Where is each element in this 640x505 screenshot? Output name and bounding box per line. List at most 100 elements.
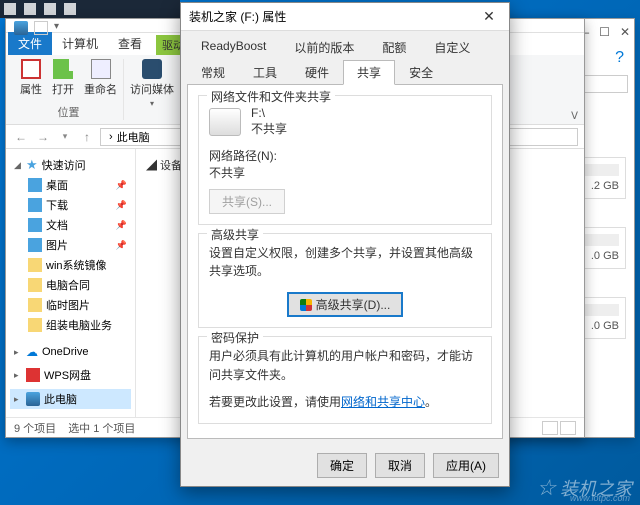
group-network-sharing: 网络文件和文件夹共享 F:\ 不共享 网络路径(N): 不共享 共享(S)...	[198, 95, 492, 225]
dialog-tabs-row2: 常规 工具 硬件 共享 安全	[181, 60, 509, 85]
documents-icon	[28, 218, 42, 232]
dialog-tabs-row1: ReadyBoost 以前的版本 配额 自定义	[181, 31, 509, 60]
ribbon-label: 重命名	[84, 81, 117, 97]
share-status: 不共享	[251, 120, 287, 137]
advanced-sharing-button[interactable]: 高级共享(D)...	[287, 292, 404, 317]
pin-icon: 📌	[116, 240, 127, 251]
tab-security[interactable]: 安全	[395, 60, 447, 85]
folder-icon	[28, 258, 42, 272]
tree-quick-access[interactable]: ◢★快速访问	[10, 155, 131, 175]
breadcrumb-sep: ›	[109, 131, 113, 143]
shield-icon	[300, 299, 312, 311]
tree-temp-pics[interactable]: 临时图片	[10, 295, 131, 315]
ribbon-label: 打开	[52, 81, 74, 97]
tab-custom[interactable]: 自定义	[420, 35, 484, 60]
tab-previous-versions[interactable]: 以前的版本	[280, 35, 368, 60]
maximize-icon[interactable]: ☐	[599, 25, 610, 39]
tab-readyboost[interactable]: ReadyBoost	[187, 35, 280, 60]
open-icon	[53, 59, 73, 79]
nav-up[interactable]: ↑	[78, 128, 96, 146]
folder-icon	[28, 318, 42, 332]
network-sharing-center-link[interactable]: 网络和共享中心	[341, 395, 425, 409]
star-icon: ★	[26, 157, 38, 173]
tree-wps[interactable]: ▸WPS网盘	[10, 365, 131, 385]
tree-onedrive[interactable]: ▸☁OneDrive	[10, 343, 131, 361]
view-large-icon[interactable]	[560, 421, 576, 435]
rename-icon	[91, 59, 111, 79]
group-title: 网络文件和文件夹共享	[207, 88, 335, 105]
app-icon	[14, 21, 28, 35]
watermark-sub: www.lotpc.com	[570, 493, 630, 503]
nav-back[interactable]: ←	[12, 128, 30, 146]
ribbon-label: 访问媒体	[130, 81, 174, 97]
dialog-body: 网络文件和文件夹共享 F:\ 不共享 网络路径(N): 不共享 共享(S)...…	[187, 84, 503, 439]
tab-quota[interactable]: 配额	[368, 35, 420, 60]
ok-button[interactable]: 确定	[317, 453, 367, 478]
share-button: 共享(S)...	[209, 189, 285, 214]
tree-downloads[interactable]: 下载📌	[10, 195, 131, 215]
status-count: 9 个项目	[14, 420, 56, 436]
pin-icon: 📌	[116, 200, 127, 211]
pin-icon: 📌	[116, 180, 127, 191]
ribbon-group-label: 位置	[58, 104, 80, 120]
tab-file[interactable]: 文件	[8, 32, 52, 55]
dialog-close-icon[interactable]: ✕	[477, 8, 501, 25]
tab-computer[interactable]: 计算机	[52, 32, 108, 55]
downloads-icon	[28, 198, 42, 212]
pwd-text-suffix: 。	[425, 395, 437, 409]
group-title: 密码保护	[207, 329, 263, 346]
watermark: ☆ 装机之家 www.lotpc.com	[536, 475, 632, 501]
tree-documents[interactable]: 文档📌	[10, 215, 131, 235]
search-icon[interactable]	[24, 3, 36, 15]
taskview-icon[interactable]	[44, 3, 56, 15]
tree-winimg[interactable]: win系统镜像	[10, 255, 131, 275]
ribbon-access-media[interactable]: 访问媒体 ▾	[130, 59, 174, 108]
explorer-icon[interactable]	[64, 3, 76, 15]
close-icon[interactable]: ✕	[620, 25, 630, 39]
drive-path: F:\	[251, 106, 287, 120]
breadcrumb-label: 此电脑	[117, 129, 150, 145]
apply-button[interactable]: 应用(A)	[433, 453, 499, 478]
tab-hardware[interactable]: 硬件	[291, 60, 343, 85]
pwd-text-prefix: 若要更改此设置，请使用	[209, 395, 341, 409]
desktop-icon	[28, 178, 42, 192]
tree-contract[interactable]: 电脑合同	[10, 275, 131, 295]
ribbon-open[interactable]: 打开	[52, 59, 74, 97]
media-icon	[142, 59, 162, 79]
adv-button-label: 高级共享(D)...	[316, 296, 391, 313]
nav-recent[interactable]: ▾	[56, 128, 74, 146]
tab-view[interactable]: 查看	[108, 32, 152, 55]
ribbon-rename[interactable]: 重命名	[84, 59, 117, 97]
folder-icon	[28, 278, 42, 292]
cancel-button[interactable]: 取消	[375, 453, 425, 478]
nav-forward[interactable]: →	[34, 128, 52, 146]
properties-dialog: 装机之家 (F:) 属性 ✕ ReadyBoost 以前的版本 配额 自定义 常…	[180, 2, 510, 487]
tab-general[interactable]: 常规	[187, 60, 239, 85]
tree-desktop[interactable]: 桌面📌	[10, 175, 131, 195]
status-selected: 选中 1 个项目	[68, 420, 135, 436]
start-icon[interactable]	[4, 3, 16, 15]
tree-this-pc[interactable]: ▸此电脑	[10, 389, 131, 409]
tab-tools[interactable]: 工具	[239, 60, 291, 85]
group-advanced-sharing: 高级共享 设置自定义权限，创建多个共享，并设置其他高级共享选项。 高级共享(D)…	[198, 233, 492, 328]
tree-pictures[interactable]: 图片📌	[10, 235, 131, 255]
adv-description: 设置自定义权限，创建多个共享，并设置其他高级共享选项。	[209, 244, 481, 280]
dialog-footer: 确定 取消 应用(A)	[181, 445, 509, 486]
taskbar	[0, 0, 180, 18]
tree-group-biz[interactable]: 组装电脑业务	[10, 315, 131, 335]
tab-sharing[interactable]: 共享	[343, 60, 395, 85]
pin-icon: 📌	[116, 220, 127, 231]
view-details-icon[interactable]	[542, 421, 558, 435]
ribbon-properties[interactable]: 属性	[20, 59, 42, 97]
ribbon-collapse-icon[interactable]: ᐯ	[571, 111, 578, 122]
qat-icon[interactable]	[34, 21, 48, 35]
net-path-label: 网络路径(N):	[209, 147, 481, 164]
pwd-description: 用户必须具有此计算机的用户帐户和密码，才能访问共享文件夹。	[209, 347, 481, 385]
ribbon-label: 属性	[20, 81, 42, 97]
dialog-titlebar: 装机之家 (F:) 属性 ✕	[181, 3, 509, 31]
net-path-value: 不共享	[209, 164, 481, 181]
star-icon: ☆	[536, 475, 556, 501]
group-title: 高级共享	[207, 226, 263, 243]
pc-icon	[26, 392, 40, 406]
nav-tree: ◢★快速访问 桌面📌 下载📌 文档📌 图片📌 win系统镜像 电脑合同 临时图片…	[6, 149, 136, 417]
